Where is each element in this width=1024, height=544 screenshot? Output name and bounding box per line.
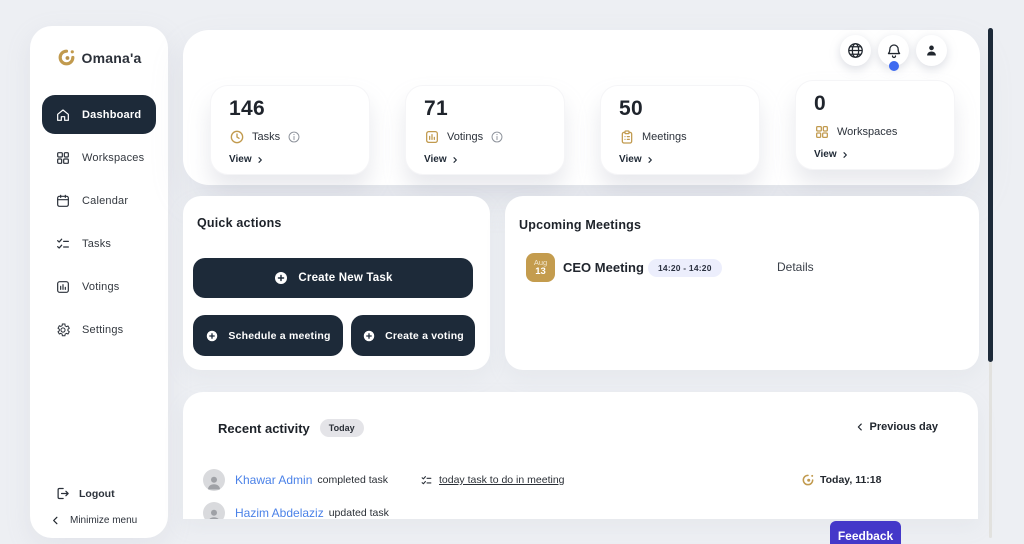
stat-value: 146 xyxy=(229,97,265,120)
stat-label: Workspaces xyxy=(837,126,898,138)
scrollbar-track xyxy=(989,360,992,538)
feedback-button[interactable]: Feedback xyxy=(830,521,901,544)
sidebar-item-label: Workspaces xyxy=(82,151,145,164)
sidebar-item-settings[interactable]: Settings xyxy=(42,310,156,349)
user-icon xyxy=(923,42,940,59)
scrollbar-thumb[interactable] xyxy=(988,28,993,362)
activity-user-link[interactable]: Hazim Abdelaziz xyxy=(235,506,324,519)
clipboard-icon xyxy=(619,129,635,145)
logout-button[interactable]: Logout xyxy=(55,486,115,501)
sidebar: Omana'a Dashboard Workspaces Calendar Ta… xyxy=(30,26,168,538)
today-badge: Today xyxy=(319,419,364,437)
quick-actions-title: Quick actions xyxy=(197,216,282,230)
bar-chart-icon xyxy=(424,129,440,145)
votings-icon xyxy=(55,279,71,295)
sidebar-item-label: Tasks xyxy=(82,237,112,250)
sidebar-item-workspaces[interactable]: Workspaces xyxy=(42,138,156,177)
sidebar-item-label: Settings xyxy=(82,323,124,336)
workspaces-icon xyxy=(55,150,71,166)
chevron-right-icon xyxy=(451,156,459,164)
view-tasks-link[interactable]: View xyxy=(229,154,369,165)
meeting-details-link[interactable]: Details xyxy=(777,260,814,274)
minimize-menu-label: Minimize menu xyxy=(70,515,138,526)
plus-circle-icon xyxy=(273,270,289,286)
stat-card-workspaces: 0 Workspaces View xyxy=(795,80,955,170)
home-icon xyxy=(55,107,71,123)
activity-action: completed task xyxy=(317,474,388,486)
stat-value: 50 xyxy=(619,97,643,120)
recent-activity-panel: Recent activity Today Previous day Khawa… xyxy=(183,392,978,519)
view-meetings-link[interactable]: View xyxy=(619,154,759,165)
activity-task-link[interactable]: today task to do in meeting xyxy=(439,474,565,486)
brand-name: Omana'a xyxy=(81,49,142,66)
create-new-task-button[interactable]: Create New Task xyxy=(193,258,473,298)
dashboard-page: Omana'a Dashboard Workspaces Calendar Ta… xyxy=(0,0,1024,544)
chevron-left-icon xyxy=(50,515,61,526)
stat-label: Tasks xyxy=(252,131,281,143)
globe-icon xyxy=(846,41,865,60)
stat-label: Votings xyxy=(447,131,484,143)
sidebar-item-tasks[interactable]: Tasks xyxy=(42,224,156,263)
bell-icon xyxy=(885,42,903,60)
activity-time: Today, 11:18 xyxy=(820,474,882,486)
upcoming-meetings-panel: Upcoming Meetings Aug 13 CEO Meeting 14:… xyxy=(505,196,979,370)
brand: Omana'a xyxy=(30,48,168,67)
sidebar-item-calendar[interactable]: Calendar xyxy=(42,181,156,220)
info-icon[interactable] xyxy=(490,130,504,144)
logout-icon xyxy=(55,486,70,501)
sidebar-item-label: Calendar xyxy=(82,194,129,207)
chevron-right-icon xyxy=(646,156,654,164)
activity-row: Khawar Admin completed task today task t… xyxy=(203,468,958,492)
sidebar-item-label: Dashboard xyxy=(82,108,142,121)
sidebar-item-votings[interactable]: Votings xyxy=(42,267,156,306)
stat-card-tasks: 146 Tasks View xyxy=(210,85,370,175)
profile-button[interactable] xyxy=(916,35,947,66)
sidebar-item-label: Votings xyxy=(82,280,120,293)
plus-circle-icon xyxy=(205,329,219,343)
settings-icon xyxy=(55,322,71,338)
tasks-icon xyxy=(55,236,71,252)
language-button[interactable] xyxy=(840,35,871,66)
logout-label: Logout xyxy=(79,487,115,500)
stat-value: 0 xyxy=(814,92,826,115)
chevron-left-icon xyxy=(855,422,865,432)
calendar-icon xyxy=(55,193,71,209)
schedule-meeting-button[interactable]: Schedule a meeting xyxy=(193,315,343,356)
upcoming-meetings-title: Upcoming Meetings xyxy=(519,218,642,232)
time-logo-icon xyxy=(801,473,815,487)
notification-dot xyxy=(889,61,899,71)
avatar xyxy=(203,469,225,491)
meeting-date-badge: Aug 13 xyxy=(526,253,555,282)
stat-value: 71 xyxy=(424,97,448,120)
tasks-icon xyxy=(420,474,433,487)
view-votings-link[interactable]: View xyxy=(424,154,564,165)
meeting-time-badge: 14:20 - 14:20 xyxy=(648,259,722,277)
quick-actions-panel: Quick actions Create New Task Schedule a… xyxy=(183,196,490,370)
chevron-right-icon xyxy=(841,151,849,159)
avatar xyxy=(203,502,225,519)
minimize-menu-button[interactable]: Minimize menu xyxy=(50,515,137,526)
info-icon[interactable] xyxy=(287,130,301,144)
meeting-title: CEO Meeting xyxy=(563,260,644,275)
recent-activity-title: Recent activity xyxy=(218,420,310,436)
plus-circle-icon xyxy=(362,329,376,343)
activity-action: updated task xyxy=(328,507,389,519)
stat-card-votings: 71 Votings View xyxy=(405,85,565,175)
activity-user-link[interactable]: Khawar Admin xyxy=(235,473,312,487)
create-voting-button[interactable]: Create a voting xyxy=(351,315,475,356)
chevron-right-icon xyxy=(256,156,264,164)
brand-logo-icon xyxy=(57,48,76,67)
sidebar-item-dashboard[interactable]: Dashboard xyxy=(42,95,156,134)
previous-day-button[interactable]: Previous day xyxy=(855,421,938,433)
sidebar-nav: Dashboard Workspaces Calendar Tasks Voti… xyxy=(42,95,156,353)
clock-icon xyxy=(229,129,245,145)
stat-card-meetings: 50 Meetings View xyxy=(600,85,760,175)
grid-icon xyxy=(814,124,830,140)
view-workspaces-link[interactable]: View xyxy=(814,149,954,160)
meeting-row: Aug 13 CEO Meeting 14:20 - 14:20 Details xyxy=(505,251,979,287)
stat-label: Meetings xyxy=(642,131,687,143)
activity-row: Hazim Abdelaziz updated task xyxy=(203,501,958,519)
